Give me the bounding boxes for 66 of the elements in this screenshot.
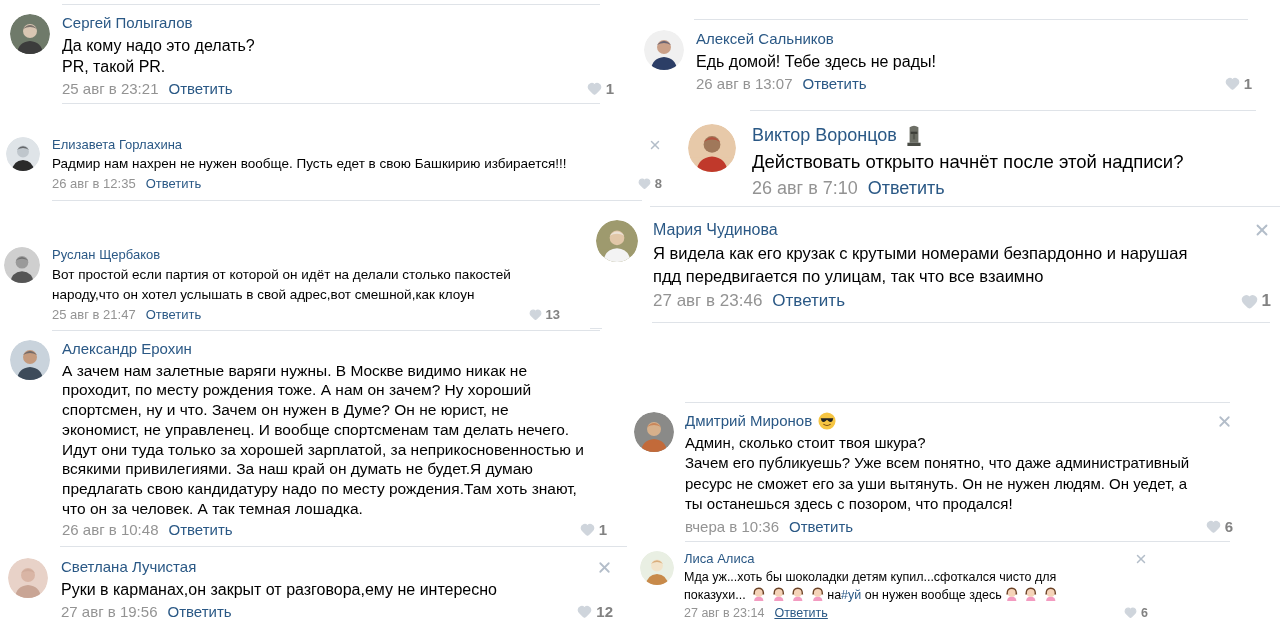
reply-link[interactable]: Ответить	[167, 602, 232, 620]
heart-icon[interactable]	[1224, 75, 1240, 91]
comment-date: вчера в 10:36	[685, 517, 779, 535]
heart-icon[interactable]	[637, 177, 651, 191]
hashtag-link[interactable]: #уй	[841, 587, 862, 602]
comment-text: Руки в карманах,он закрыт от разговора,ему не интересно	[61, 579, 498, 600]
heart-icon[interactable]	[1240, 292, 1258, 310]
heart-icon[interactable]	[579, 522, 595, 538]
reply-link[interactable]: Ответить	[789, 517, 854, 535]
comment-text: Админ, сколько стоит твоя шкура? Зачем его публикуешь? Уже всем понятно, что даже административный ресурс не сможет его за уши вытянуть. Он не нужен людям. Он уедет, а ты останешься здесь с позором, что продался!	[685, 432, 1191, 515]
comment-date: 25 авг в 23:21	[62, 79, 159, 97]
like-count: 8	[654, 176, 662, 192]
comment-date: 27 авг в 19:56	[61, 602, 158, 620]
heart-icon[interactable]	[577, 603, 593, 619]
author-name[interactable]: Александр Ерохин	[62, 340, 192, 359]
comment-text: Мда уж...хоть бы шоколадки детям купил...сфоткался чисто для показухи... на#уй он нужен вообще здесь	[684, 569, 1060, 603]
reply-link[interactable]: Ответить	[802, 74, 867, 92]
like-count: 1	[1243, 74, 1252, 92]
reply-link[interactable]: Ответить	[168, 79, 233, 97]
author-name[interactable]: Мария Чудинова	[653, 220, 778, 240]
comment-text: Действовать открыто начнёт после этой надписи?	[752, 149, 1185, 174]
heart-icon[interactable]	[586, 80, 602, 96]
like-count: 6	[1224, 517, 1233, 535]
woman-icon	[770, 585, 787, 602]
woman-icon	[1023, 585, 1039, 602]
author-name[interactable]: Виктор Воронцов	[752, 124, 897, 147]
heart-icon[interactable]	[1124, 606, 1138, 620]
heart-icon[interactable]	[1205, 518, 1221, 534]
reply-link[interactable]: Ответить	[772, 291, 845, 311]
comment-text: Вот простой если партия от которой он идёт на делали столько пакостей народу,что он хотел услышать в свой адрес,вот смешной,как клоун	[52, 266, 512, 304]
author-name[interactable]: Елизавета Горлахина	[52, 137, 183, 154]
like-count: 13	[545, 307, 560, 323]
comment-date: 26 авг в 10:48	[62, 521, 159, 539]
comment-date: 26 авг в 7:10	[752, 177, 858, 199]
comment-text: Радмир нам нахрен не нужен вообще. Пусть едет в свою Башкирию избирается!!!	[52, 155, 568, 174]
comment-text: Едь домой! Тебе здесь не рады!	[696, 51, 937, 72]
author-name[interactable]: Светлана Лучистая	[61, 558, 197, 577]
reply-link[interactable]: Ответить	[145, 176, 202, 192]
author-name[interactable]: Дмитрий Миронов	[685, 412, 813, 431]
like-count: 12	[596, 602, 613, 620]
woman-icon	[1003, 585, 1020, 602]
woman-icon	[751, 585, 767, 602]
reply-link[interactable]: Ответить	[867, 177, 945, 199]
author-name[interactable]: Алексей Сальников	[696, 30, 834, 49]
comment-date: 25 авг в 21:47	[52, 307, 136, 323]
comment-date: 27 авг в 23:46	[653, 291, 763, 311]
comment-date: 26 авг в 13:07	[696, 74, 793, 92]
comment-text: Да кому надо это делать? PR, такой PR.	[62, 35, 256, 77]
woman-icon	[790, 585, 806, 602]
heart-icon[interactable]	[528, 308, 542, 322]
author-name[interactable]: Руслан Щербаков	[52, 247, 161, 264]
like-count: 1	[1261, 291, 1271, 311]
woman-icon	[809, 585, 826, 602]
like-count: 6	[1141, 605, 1148, 620]
comment-text: Я видела как его крузак с крутыми номерами безпардонно и нарушая пдд передвигается по улицам, так что все взаимно	[653, 243, 1189, 287]
like-count: 1	[598, 521, 607, 539]
comment-date: 26 авг в 12:35	[52, 176, 136, 192]
like-count: 1	[605, 79, 614, 97]
comment-text: А зачем нам залетные варяги нужны. В Москве видимо никак не проходит, по месту рождения тоже. А нам он зачем? Ну хороший спортсмен, ну и что. Зачем он нужен в Думе? Он не юрист, не экономист, не управленец. И вообще спортсменам там делать нечего. Идут они туда только за хорошей зарплатой, за неприкосновенностью и всякими привилегиями. За наш край он думать не будет.Я думаю предлагать свою кандидатуру надо по месту рождения.Там хоть знают, что он за человек. А так темная лошадка.	[62, 360, 585, 519]
author-name[interactable]: Лиса Алиса	[684, 551, 755, 568]
woman-icon	[1042, 585, 1059, 602]
reply-link[interactable]: Ответить	[774, 605, 828, 620]
author-name[interactable]: Сергей Полыгалов	[62, 14, 193, 33]
reply-link[interactable]: Ответить	[168, 521, 233, 539]
reply-link[interactable]: Ответить	[145, 307, 202, 323]
comment-date: 27 авг в 23:14	[684, 605, 765, 620]
